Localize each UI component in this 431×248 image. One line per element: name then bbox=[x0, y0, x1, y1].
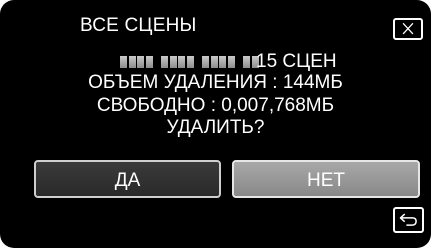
back-button[interactable] bbox=[393, 207, 424, 233]
delete-volume-text: ОБЪЕМ УДАЛЕНИЯ : 144МБ bbox=[88, 72, 343, 93]
scene-blocks-indicator bbox=[120, 56, 260, 68]
scene-progress-row: 15 СЦЕН bbox=[0, 51, 431, 73]
close-icon bbox=[402, 22, 414, 35]
return-arrow-icon bbox=[399, 213, 417, 226]
no-button[interactable]: НЕТ bbox=[232, 160, 420, 198]
scene-count: 15 СЦЕН bbox=[256, 51, 337, 72]
yes-button[interactable]: ДА bbox=[34, 160, 221, 198]
delete-question: УДАЛИТЬ? bbox=[166, 117, 265, 138]
delete-confirm-screen: ВСЕ СЦЕНЫ 15 СЦЕН ОБЪЕМ УДАЛЕНИЯ : 144МБ… bbox=[0, 0, 431, 248]
free-space-text: СВОБОДНО : 0,007,768МБ bbox=[96, 95, 335, 116]
dialog-title: ВСЕ СЦЕНЫ bbox=[80, 15, 197, 36]
close-button[interactable] bbox=[393, 18, 423, 40]
